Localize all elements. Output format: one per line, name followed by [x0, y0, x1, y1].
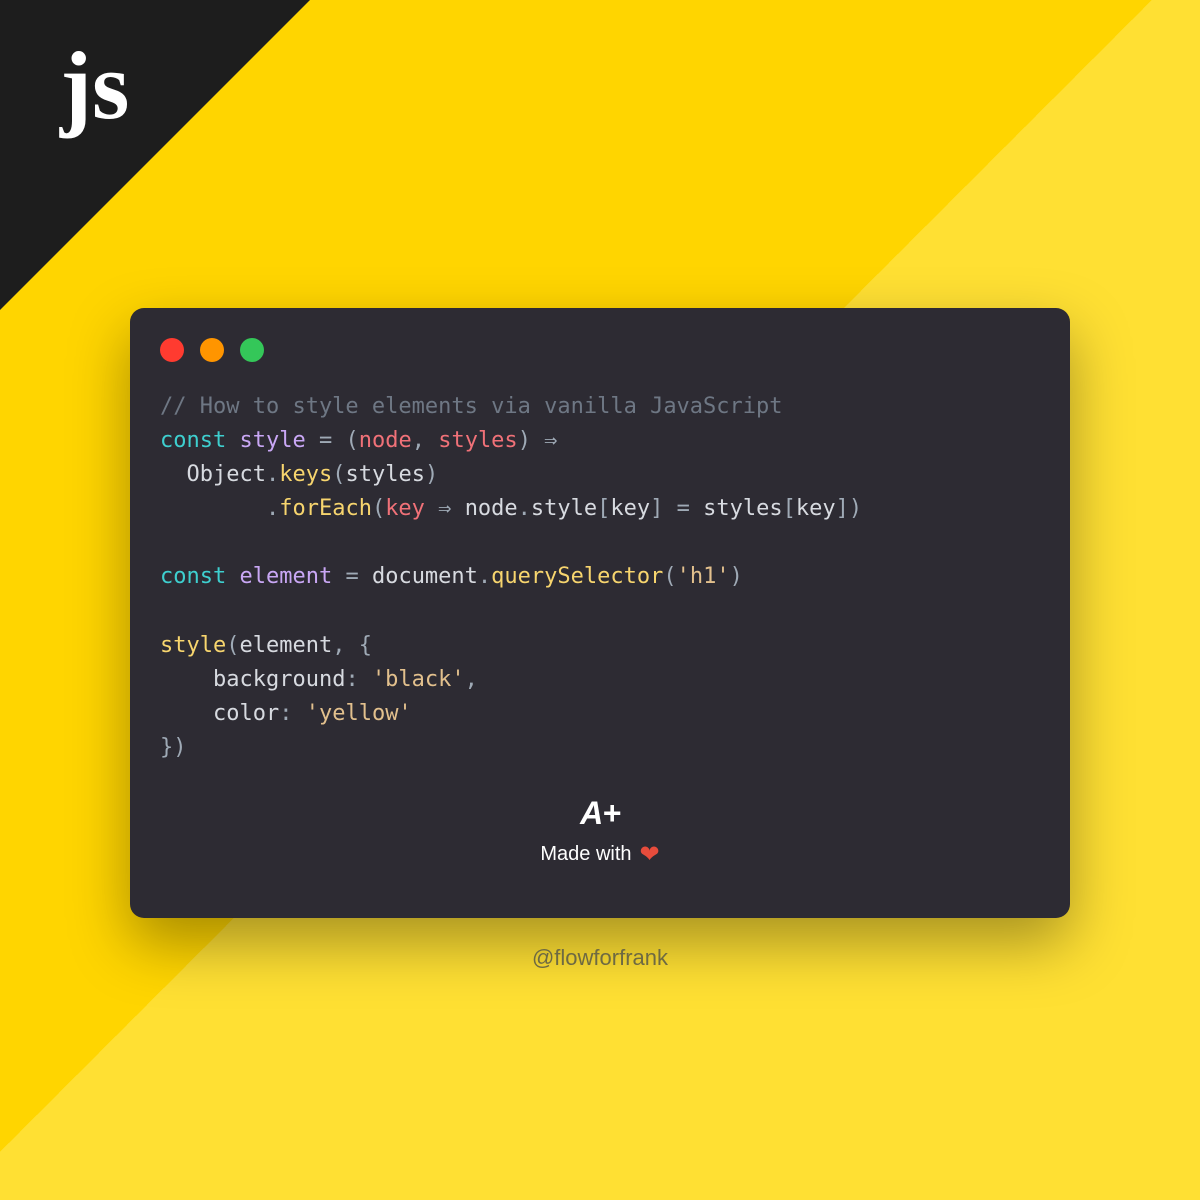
punct: = — [306, 428, 346, 453]
punct: ] — [650, 496, 663, 521]
ident: styles — [703, 496, 782, 521]
param: styles — [438, 428, 517, 453]
punct: ( — [332, 462, 345, 487]
punct: , — [465, 667, 478, 692]
card-footer: A+ Made with ❤ — [160, 795, 1040, 869]
ident: node — [465, 496, 518, 521]
punct: : — [345, 667, 372, 692]
author-handle: @flowforfrank — [0, 945, 1200, 971]
punct: , — [332, 633, 359, 658]
ident: element — [239, 633, 332, 658]
punct: ] — [836, 496, 849, 521]
method: keys — [279, 462, 332, 487]
punct: ) — [518, 428, 531, 453]
maximize-icon[interactable] — [240, 338, 264, 362]
punct: : — [279, 701, 306, 726]
punct: ( — [345, 428, 358, 453]
method: querySelector — [491, 564, 663, 589]
fn-call: style — [160, 633, 226, 658]
punct: { — [359, 633, 372, 658]
punct: ( — [226, 633, 239, 658]
punct: ) — [849, 496, 862, 521]
ident: styles — [345, 462, 424, 487]
prop-key: color — [213, 701, 279, 726]
punct: [ — [783, 496, 796, 521]
punct: , — [412, 428, 439, 453]
punct: . — [478, 564, 491, 589]
minimize-icon[interactable] — [200, 338, 224, 362]
param: node — [359, 428, 412, 453]
aplus-badge: A+ — [160, 795, 1040, 832]
ident: document — [372, 564, 478, 589]
string: 'yellow' — [306, 701, 412, 726]
code-block: // How to style elements via vanilla Jav… — [160, 390, 1040, 765]
arrow: ⇒ — [531, 428, 558, 453]
punct: . — [518, 496, 531, 521]
made-with-label: Made with ❤ — [160, 840, 1040, 869]
code-card: // How to style elements via vanilla Jav… — [130, 308, 1070, 918]
ident: key — [796, 496, 836, 521]
indent — [160, 462, 187, 487]
param: key — [385, 496, 425, 521]
string: 'h1' — [677, 564, 730, 589]
window-controls — [160, 338, 1040, 362]
punct: }) — [160, 735, 187, 760]
ident: key — [610, 496, 650, 521]
punct: ( — [372, 496, 385, 521]
punct: . — [266, 462, 279, 487]
string: 'black' — [372, 667, 465, 692]
kw-const: const — [160, 428, 226, 453]
prop-key: background — [213, 667, 345, 692]
punct: . — [266, 496, 279, 521]
corner-triangle — [0, 0, 310, 310]
punct: ( — [663, 564, 676, 589]
fn-name: style — [239, 428, 305, 453]
ident: style — [531, 496, 597, 521]
fn-name: element — [239, 564, 332, 589]
arrow: ⇒ — [425, 496, 465, 521]
method: forEach — [279, 496, 372, 521]
close-icon[interactable] — [160, 338, 184, 362]
punct: ) — [730, 564, 743, 589]
punct: = — [332, 564, 372, 589]
punct: ) — [425, 462, 438, 487]
js-logo-label: js — [60, 30, 129, 141]
punct: = — [663, 496, 703, 521]
indent — [160, 701, 213, 726]
code-comment: // How to style elements via vanilla Jav… — [160, 394, 783, 419]
ident: Object — [187, 462, 266, 487]
indent — [160, 496, 266, 521]
punct: [ — [597, 496, 610, 521]
kw-const: const — [160, 564, 226, 589]
heart-icon: ❤ — [640, 840, 660, 869]
made-text: Made with — [540, 843, 631, 866]
indent — [160, 667, 213, 692]
